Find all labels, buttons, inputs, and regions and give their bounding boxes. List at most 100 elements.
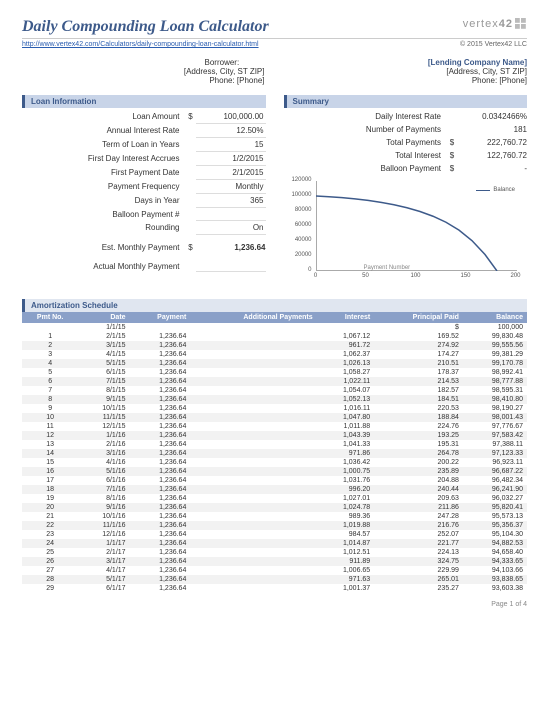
field-input[interactable] [196,208,266,221]
source-link[interactable]: http://www.vertex42.com/Calculators/dail… [22,41,259,48]
field-currency: $ [186,110,196,124]
cell-pmtno: 10 [22,413,78,422]
cell-additional [190,566,316,575]
amort-col-header: Additional Payments [190,312,316,323]
cell-interest: 1,011.88 [317,422,375,431]
cell-additional [190,377,316,386]
cell-balance: 95,573.13 [463,512,527,521]
summary-fields: Daily Interest Rate0.0342466%Number of P… [284,110,528,175]
parties-block: Borrower: [Address, City, ST ZIP] Phone:… [22,58,527,85]
subheader: http://www.vertex42.com/Calculators/dail… [22,41,527,48]
actual-payment-label: Actual Monthly Payment [22,260,186,273]
page-footer: Page 1 of 4 [22,601,527,608]
cell-principal: 235.27 [374,584,463,593]
actual-payment-row: Actual Monthly Payment [22,260,266,273]
table-row: 176/1/161,236.641,031.76204.8896,482.34 [22,476,527,485]
cell-interest: 1,000.75 [317,467,375,476]
x-tick: 50 [358,273,374,301]
cell-principal: 247.28 [374,512,463,521]
table-row: 23/1/151,236.64961.72274.9299,555.56 [22,341,527,350]
field-label: Rounding [22,221,186,235]
cell-balance: 96,241.90 [463,485,527,494]
cell-additional [190,350,316,359]
amort-body: 1/1/15$100,00012/1/151,236.641,067.12169… [22,323,527,593]
table-row: 67/1/151,236.641,022.11214.5398,777.88 [22,377,527,386]
cell-date: 4/1/17 [78,566,129,575]
summary-label: Number of Payments [284,123,448,136]
cell-principal: 210.51 [374,359,463,368]
cell-additional [190,413,316,422]
table-row: 296/1/171,236.641,001.37235.2793,603.38 [22,584,527,593]
field-input[interactable]: Monthly [196,180,266,194]
cell-additional [190,395,316,404]
cell-pmtno: 27 [22,566,78,575]
cell-additional [190,467,316,476]
field-input[interactable]: 12.50% [196,124,266,138]
info-summary-row: Loan Information Loan Amount$100,000.00A… [22,95,527,291]
cell-interest: 1,062.37 [317,350,375,359]
field-currency [186,166,196,180]
summary-label: Total Interest [284,149,448,162]
cell-principal: 216.76 [374,521,463,530]
cell-payment: 1,236.64 [130,485,191,494]
cell-interest: 1,043.39 [317,431,375,440]
cell-additional [190,341,316,350]
field-input[interactable]: 365 [196,194,266,208]
cell-pmtno: 9 [22,404,78,413]
field-input[interactable]: On [196,221,266,235]
cell-principal: 252.07 [374,530,463,539]
cell-additional [190,332,316,341]
cell-payment: 1,236.64 [130,503,191,512]
vertex42-logo: vertex42 [463,18,527,30]
table-row: 241/1/171,236.641,014.87221.7794,882.53 [22,539,527,548]
field-input[interactable]: 1/2/2015 [196,152,266,166]
cell-payment: 1,236.64 [130,341,191,350]
est-payment-row: Est. Monthly Payment $ 1,236.64 [22,241,266,254]
field-input[interactable]: 2/1/2015 [196,166,266,180]
cell-balance: 98,595.31 [463,386,527,395]
cell-balance: 96,687.22 [463,467,527,476]
table-row: 34/1/151,236.641,062.37174.2799,381.29 [22,350,527,359]
cell-payment: 1,236.64 [130,368,191,377]
loan-field-row: Rounding On [22,221,266,235]
cell-interest: 1,026.13 [317,359,375,368]
table-row: 89/1/151,236.641,052.13184.5198,410.80 [22,395,527,404]
cell-balance: 97,583.42 [463,431,527,440]
summary-row: Balloon Payment$- [284,162,528,175]
table-row: 187/1/161,236.64996.20240.4496,241.90 [22,485,527,494]
loan-field-row: Term of Loan in Years15 [22,138,266,152]
cell-principal: 220.53 [374,404,463,413]
table-row: 132/1/161,236.641,041.33195.3197,388.11 [22,440,527,449]
amort-header: Amortization Schedule [22,299,527,312]
loan-field-row: Balloon Payment # [22,208,266,221]
cell-date: 2/1/17 [78,548,129,557]
actual-payment-input[interactable] [196,260,266,272]
table-row: 2110/1/161,236.64989.36247.2895,573.13 [22,512,527,521]
summary-row: Daily Interest Rate0.0342466% [284,110,528,123]
loan-field-row: Payment FrequencyMonthly [22,180,266,194]
cell-principal: 224.76 [374,422,463,431]
cell-balance: 97,776.67 [463,422,527,431]
cell-balance: 96,923.11 [463,458,527,467]
cell-pmtno: 17 [22,476,78,485]
cell-principal: 221.77 [374,539,463,548]
cell-payment: 1,236.64 [130,332,191,341]
cell-balance: 93,603.38 [463,584,527,593]
actual-payment-currency [186,260,196,273]
table-row: 263/1/171,236.64911.89324.7594,333.65 [22,557,527,566]
field-input[interactable]: 15 [196,138,266,152]
cell-additional [190,458,316,467]
table-row: 1011/1/151,236.641,047.80188.8498,001.43 [22,413,527,422]
lender-phone: Phone: [Phone] [275,76,528,85]
field-input[interactable]: 100,000.00 [196,110,266,124]
cell-principal: 200.22 [374,458,463,467]
cell-pmtno: 16 [22,467,78,476]
cell-balance: 99,381.29 [463,350,527,359]
table-row: 165/1/161,236.641,000.75235.8996,687.22 [22,467,527,476]
cell-date: 3/1/17 [78,557,129,566]
summary-row: Total Payments$222,760.72 [284,136,528,149]
y-tick: 100000 [284,192,312,198]
cell-additional [190,422,316,431]
field-label: Balloon Payment # [22,208,186,221]
cell-pmtno: 11 [22,422,78,431]
